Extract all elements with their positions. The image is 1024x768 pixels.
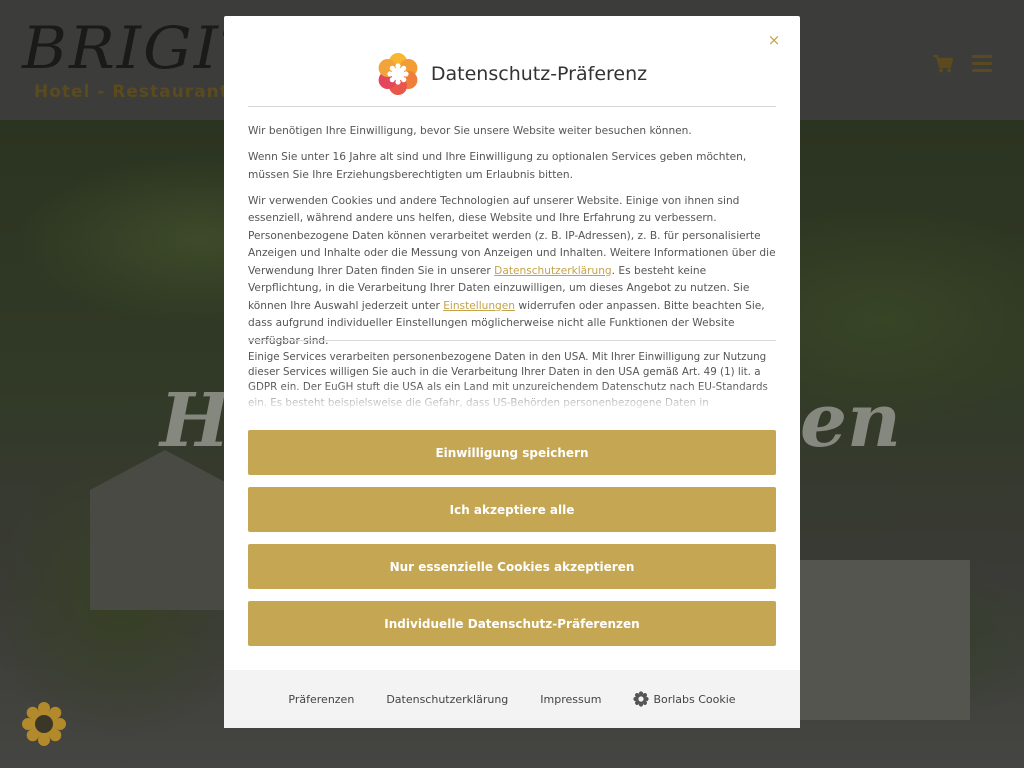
essential-only-button[interactable]: Nur essenzielle Cookies akzeptieren — [248, 544, 776, 589]
dialog-title: Datenschutz-Präferenz — [430, 63, 648, 85]
footer-privacy-link[interactable]: Datenschutzerklärung — [386, 693, 508, 706]
usa-divider — [248, 340, 776, 341]
usa-notice-fade — [248, 384, 776, 410]
age-notice-text: Wenn Sie unter 16 Jahre alt sind und Ihr… — [248, 151, 747, 181]
footer-borlabs-link[interactable]: Borlabs Cookie — [633, 691, 736, 707]
intro-text: Wir benötigen Ihre Einwilligung, bevor S… — [248, 125, 692, 137]
header-divider — [248, 106, 776, 107]
dialog-header: Datenschutz-Präferenz — [248, 40, 776, 108]
borlabs-cookie-icon — [633, 691, 650, 707]
accept-all-button[interactable]: Ich akzeptiere alle — [248, 487, 776, 532]
privacy-dialog: × Datenschutz-Präferenz Wir benötigen Ih — [224, 16, 800, 728]
footer-preferences-link[interactable]: Präferenzen — [288, 693, 354, 706]
individual-preferences-button[interactable]: Individuelle Datenschutz-Präferenzen — [248, 601, 776, 646]
dialog-description: Wir benötigen Ihre Einwilligung, bevor S… — [248, 123, 776, 359]
privacy-policy-link[interactable]: Datenschutzerklärung — [494, 265, 611, 277]
cookies-text: Wir verwenden Cookies und andere Technol… — [248, 193, 776, 351]
brand-logo-icon — [378, 53, 418, 95]
settings-link[interactable]: Einstellungen — [443, 300, 515, 312]
dialog-footer: Präferenzen Datenschutzerklärung Impress… — [224, 670, 800, 728]
save-consent-button[interactable]: Einwilligung speichern — [248, 430, 776, 475]
borlabs-cookie-label: Borlabs Cookie — [653, 692, 736, 706]
footer-imprint-link[interactable]: Impressum — [540, 693, 601, 706]
